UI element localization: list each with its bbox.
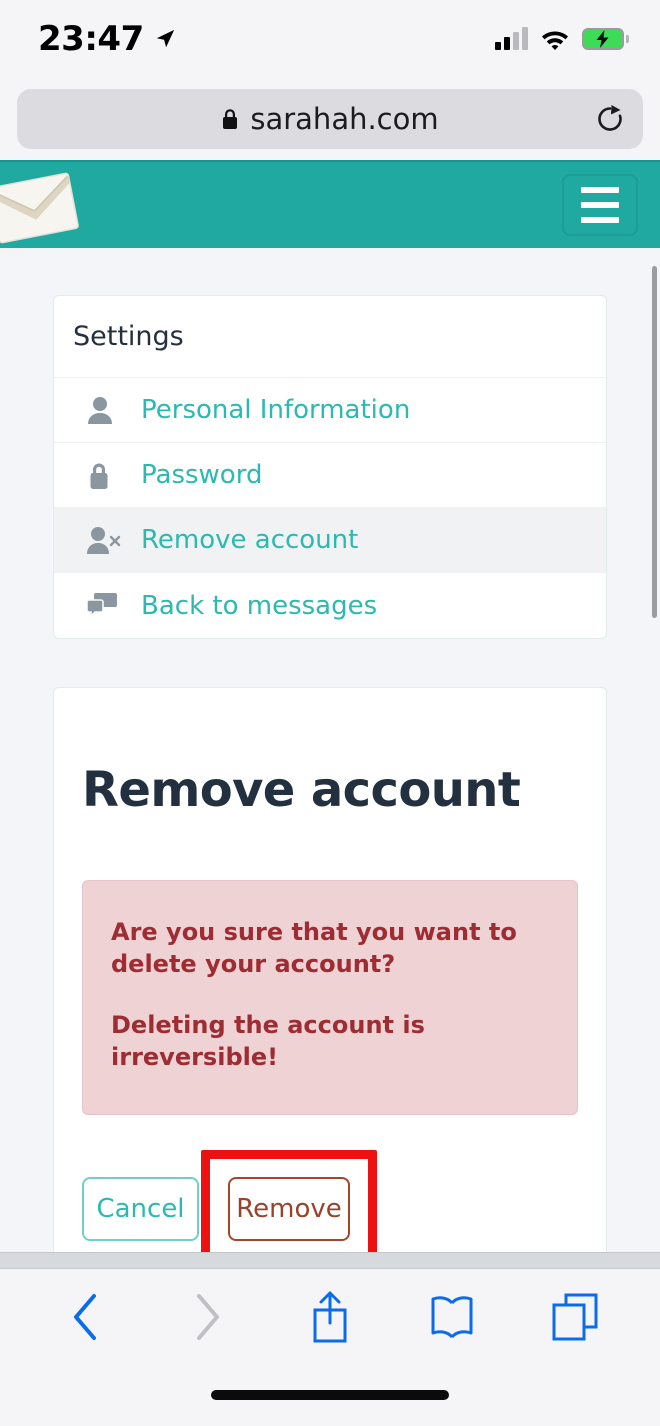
remove-account-card: Remove account Are you sure that you wan… [53,687,607,1252]
wifi-icon [542,31,568,50]
sidebar-item-remove-account[interactable]: Remove account [54,508,606,573]
remove-button-wrapper: Remove [201,1149,377,1252]
url-text: sarahah.com [250,102,439,136]
hamburger-menu-icon[interactable] [562,174,638,236]
action-button-row: Cancel Remove [82,1149,578,1252]
sidebar-item-back-to-messages[interactable]: Back to messages [54,573,606,638]
alert-line-2: Deleting the account is irreversible! [111,1011,425,1072]
page-title: Remove account [82,762,521,818]
status-bar: 23:47 [0,0,660,78]
browser-url-bar-container: sarahah.com [0,78,660,160]
site-header [0,160,660,248]
forward-button [180,1289,236,1345]
web-page-viewport: Settings Personal Information Password R… [0,160,660,1252]
share-icon [313,1291,347,1342]
sidebar-item-personal-information[interactable]: Personal Information [54,378,606,443]
page-scrollbar[interactable] [652,266,657,618]
tabs-icon [552,1293,598,1340]
status-bar-clock: 23:47 [38,19,144,59]
settings-card-title: Settings [54,296,606,378]
envelope-logo-icon[interactable] [0,171,81,246]
lock-icon [223,108,238,129]
cellular-signal-icon [495,27,528,50]
alert-line-1: Are you sure that you want to delete you… [111,918,517,978]
bookmarks-button[interactable] [424,1289,480,1345]
settings-card: Settings Personal Information Password R… [53,295,607,639]
share-button[interactable] [302,1289,358,1345]
home-indicator[interactable] [211,1390,449,1400]
warning-alert: Are you sure that you want to delete you… [82,880,578,1115]
location-arrow-icon [156,29,174,48]
status-bar-right [495,27,629,50]
reload-icon[interactable] [595,104,625,134]
chevron-left-icon [74,1293,97,1340]
cancel-button[interactable]: Cancel [82,1176,199,1241]
tabs-button[interactable] [547,1289,603,1345]
phone-screen: 23:47 sarahah.com Settings Personal Info… [0,0,660,1426]
browser-bottom-toolbar [0,1268,660,1364]
back-button[interactable] [57,1289,113,1345]
user-times-icon [87,526,121,554]
chevron-right-icon [196,1293,219,1340]
battery-charging-icon [582,28,629,50]
comments-icon [87,592,121,619]
remove-button[interactable]: Remove [228,1176,350,1241]
url-bar[interactable]: sarahah.com [17,89,643,149]
status-bar-left: 23:47 [38,19,176,59]
sidebar-item-label: Personal Information [141,395,411,425]
home-indicator-area [0,1364,660,1426]
sidebar-item-password[interactable]: Password [54,443,606,508]
toolbar-divider [0,1252,660,1268]
lightning-bolt-icon [596,30,609,48]
lock-icon [87,461,121,490]
sidebar-item-label: Back to messages [141,590,378,621]
book-icon [431,1295,473,1338]
sidebar-item-label: Password [141,460,263,490]
sidebar-item-label: Remove account [141,525,359,555]
page-body: Settings Personal Information Password R… [0,295,660,1252]
user-icon [87,396,121,424]
